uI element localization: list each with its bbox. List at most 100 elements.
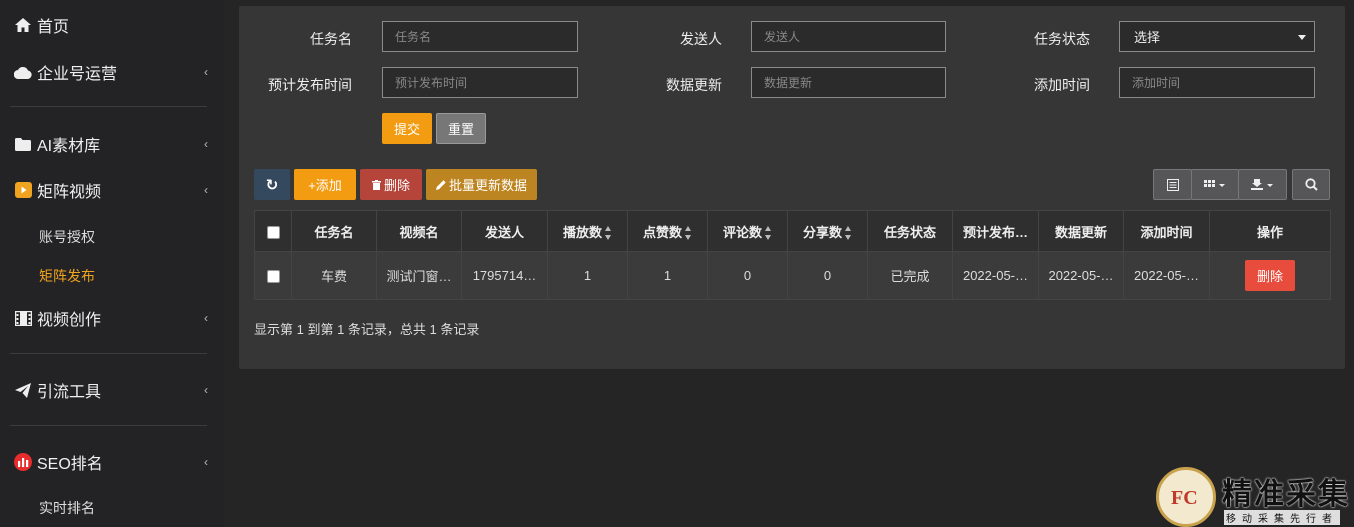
header-task-name: 任务名 <box>291 210 377 252</box>
sidebar-divider <box>10 425 207 426</box>
sidebar-subitem-account-auth[interactable]: 账号授权 <box>39 227 95 247</box>
header-label: 评论数 <box>722 224 762 240</box>
sidebar-item-label: 视频创作 <box>37 312 102 329</box>
row-delete-button[interactable]: 删除 <box>1245 260 1295 291</box>
cell-plays: 1 <box>547 251 628 300</box>
sidebar-divider <box>10 353 207 354</box>
cell-plan-time: 2022-05-… <box>952 251 1039 300</box>
sidebar-item-home[interactable]: 首页 <box>0 14 218 36</box>
sidebar-subitem-matrix-publish[interactable]: 矩阵发布 <box>39 266 95 286</box>
sender-input[interactable] <box>751 21 946 52</box>
sidebar-item-label: SEO排名 <box>37 456 103 473</box>
select-all-checkbox[interactable] <box>266 225 280 239</box>
sidebar-item-label: 首页 <box>37 19 70 36</box>
header-label: 点赞数 <box>642 224 682 240</box>
download-icon <box>1250 178 1273 190</box>
delete-button-label: 删除 <box>383 178 410 193</box>
cell-status: 已完成 <box>867 251 953 300</box>
sidebar-item-label: 企业号运营 <box>37 66 118 83</box>
search-icon <box>1304 178 1318 191</box>
sidebar-item-matrix-video[interactable]: 矩阵视频 ‹ <box>0 179 218 201</box>
cell-video-name: 测试门窗… <box>376 251 462 300</box>
header-video-name: 视频名 <box>376 210 462 252</box>
header-action: 操作 <box>1209 210 1331 252</box>
chevron-left-icon: ‹ <box>204 137 208 151</box>
header-label: 分享数 <box>802 224 842 240</box>
sidebar-item-seo-rank[interactable]: SEO排名 ‹ <box>0 451 218 473</box>
cell-action: 删除 <box>1209 251 1331 300</box>
task-status-label: 任务状态 <box>1034 31 1090 47</box>
submit-button[interactable]: 提交 <box>382 113 432 144</box>
bar-chart-icon <box>14 453 32 471</box>
cell-data-update: 2022-05-… <box>1038 251 1124 300</box>
cell-shares: 0 <box>787 251 868 300</box>
pencil-icon <box>435 179 446 190</box>
header-plan-time: 预计发布… <box>952 210 1039 252</box>
folder-icon <box>14 135 32 153</box>
header-likes[interactable]: 点赞数 <box>627 210 708 252</box>
columns-button[interactable] <box>1191 169 1239 200</box>
sort-icon <box>685 226 692 241</box>
cell-comments: 0 <box>707 251 788 300</box>
sidebar-item-traffic-tools[interactable]: 引流工具 ‹ <box>0 379 218 401</box>
header-sender: 发送人 <box>461 210 548 252</box>
chevron-left-icon: ‹ <box>204 65 208 79</box>
export-button[interactable] <box>1238 169 1287 200</box>
sidebar-subitem-realtime-rank[interactable]: 实时排名 <box>39 498 95 518</box>
header-label: 播放数 <box>562 224 602 240</box>
chevron-left-icon: ‹ <box>204 311 208 325</box>
sender-label: 发送人 <box>680 31 722 47</box>
delete-button[interactable]: 删除 <box>360 169 422 200</box>
task-name-input[interactable] <box>382 21 578 52</box>
sidebar-item-label: 引流工具 <box>37 384 102 401</box>
cell-sender: 1795714… <box>461 251 548 300</box>
data-update-input[interactable] <box>751 67 946 98</box>
chevron-left-icon: ‹ <box>204 183 208 197</box>
grid-icon <box>1204 179 1225 187</box>
refresh-button[interactable]: ↻ <box>254 169 290 200</box>
batch-update-label: 批量更新数据 <box>448 178 527 193</box>
header-comments[interactable]: 评论数 <box>707 210 788 252</box>
task-status-selected: 选择 <box>1134 30 1161 45</box>
batch-update-button[interactable]: 批量更新数据 <box>426 169 537 200</box>
chevron-left-icon: ‹ <box>204 383 208 397</box>
chevron-left-icon: ‹ <box>204 455 208 469</box>
home-icon <box>14 16 32 34</box>
sort-icon <box>605 226 612 241</box>
sort-icon <box>845 226 852 241</box>
search-button[interactable] <box>1292 169 1330 200</box>
header-shares[interactable]: 分享数 <box>787 210 868 252</box>
task-name-label: 任务名 <box>310 31 352 47</box>
paper-plane-icon <box>14 381 32 399</box>
toggle-view-button[interactable] <box>1153 169 1192 200</box>
select-all-cell[interactable] <box>254 210 292 252</box>
sidebar-item-enterprise[interactable]: 企业号运营 ‹ <box>0 61 218 83</box>
reset-button[interactable]: 重置 <box>436 113 486 144</box>
header-task-status: 任务状态 <box>867 210 953 252</box>
sidebar-item-label: 矩阵视频 <box>37 184 102 201</box>
add-button[interactable]: +添加 <box>294 169 356 200</box>
task-status-select[interactable]: 选择 <box>1119 21 1315 52</box>
header-add-time: 添加时间 <box>1123 210 1210 252</box>
sidebar-item-video-create[interactable]: 视频创作 ‹ <box>0 307 218 329</box>
sidebar-item-ai-material[interactable]: AI素材库 ‹ <box>0 133 218 155</box>
add-time-input[interactable] <box>1119 67 1315 98</box>
trash-icon <box>371 179 381 190</box>
table-header-row: 任务名 视频名 发送人 播放数 点赞数 评论数 分享数 任务状态 预计发布… 数… <box>254 210 1331 252</box>
video-play-icon <box>14 181 32 199</box>
sort-icon <box>765 226 772 241</box>
row-checkbox[interactable] <box>266 270 280 284</box>
film-icon <box>14 309 32 327</box>
plan-time-input[interactable] <box>382 67 578 98</box>
cell-likes: 1 <box>627 251 708 300</box>
row-select-cell[interactable] <box>254 251 292 300</box>
header-data-update: 数据更新 <box>1038 210 1124 252</box>
header-plays[interactable]: 播放数 <box>547 210 628 252</box>
table-row: 车费 测试门窗… 1795714… 1 1 0 0 已完成 2022-05-… … <box>254 251 1331 300</box>
sidebar-item-label: AI素材库 <box>37 138 101 155</box>
pagination-info: 显示第 1 到第 1 条记录，总共 1 条记录 <box>254 322 480 337</box>
refresh-icon: ↻ <box>265 176 279 194</box>
watermark-subtitle: 移动采集先行者 <box>1224 510 1340 525</box>
cell-task-name: 车费 <box>291 251 377 300</box>
add-time-label: 添加时间 <box>1034 77 1090 93</box>
